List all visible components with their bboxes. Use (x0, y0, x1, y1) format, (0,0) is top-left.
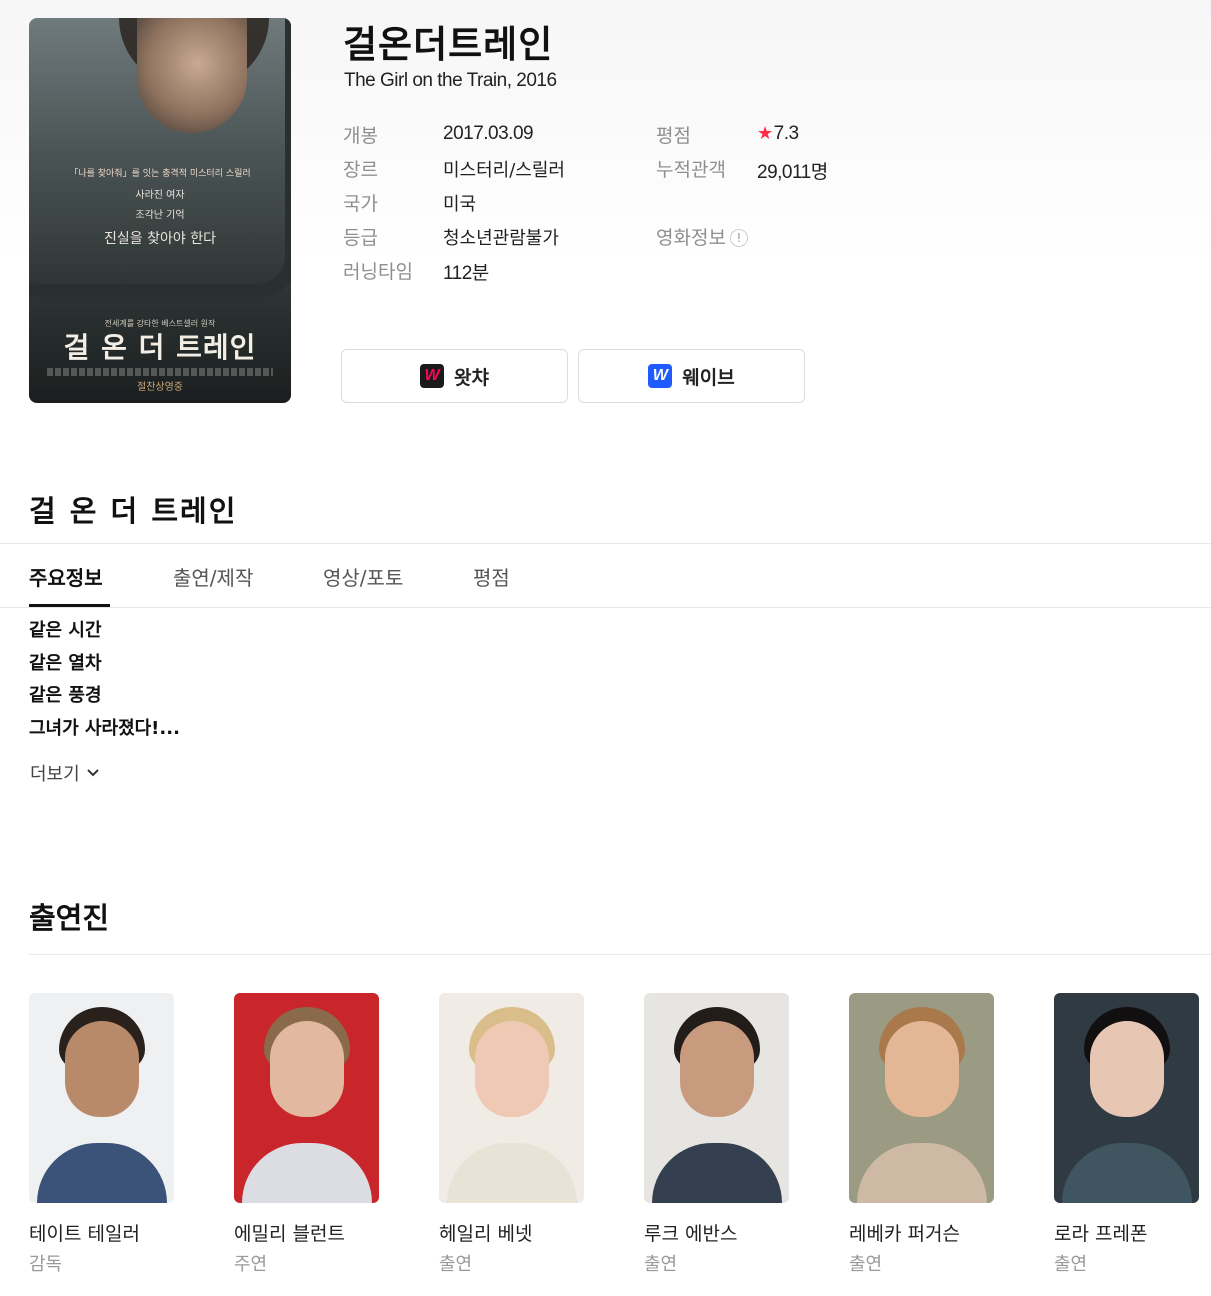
more-label: 더보기 (30, 764, 80, 785)
poster-bottom-text: 절찬상영중 (137, 382, 183, 393)
cast-photo (644, 993, 789, 1203)
cast-photo-face (1090, 1021, 1164, 1117)
cast-section-title: 출연진 (29, 901, 110, 935)
score-label: 평점 (656, 125, 691, 147)
cast-card[interactable]: 레베카 퍼거슨 출연 (849, 993, 995, 1276)
audience-value: 29,011명 (757, 162, 828, 183)
cast-card[interactable]: 로라 프레폰 출연 (1054, 993, 1200, 1276)
wavve-label: 웨이브 (682, 366, 735, 389)
runtime-value: 112분 (443, 263, 489, 284)
cast-card[interactable]: 루크 에반스 출연 (644, 993, 790, 1276)
section-title: 걸 온 더 트레인 (29, 494, 238, 528)
cast-photo-face (65, 1021, 139, 1117)
score-value-wrap: ★7.3 (757, 123, 799, 145)
cast-photo-face (475, 1021, 549, 1117)
cast-photo (234, 993, 379, 1203)
cast-photo (439, 993, 584, 1203)
age-rating-label: 등급 (343, 227, 378, 249)
watcha-button[interactable]: W 왓챠 (341, 349, 568, 403)
movie-info-link[interactable]: 영화정보! (656, 223, 748, 250)
cast-photo-face (680, 1021, 754, 1117)
cast-role: 출연 (849, 1254, 883, 1275)
tab-video-photo[interactable]: 영상/포토 (323, 562, 403, 591)
cast-role: 출연 (1054, 1254, 1088, 1275)
poster-tagline: 「나를 찾아줘」를 잇는 충격적 미스터리 스릴러 (69, 169, 251, 179)
cast-card[interactable]: 헤일리 베넷 출연 (439, 993, 585, 1276)
wavve-logo-icon: W (648, 364, 673, 388)
star-icon: ★ (757, 123, 773, 143)
cast-role: 출연 (439, 1254, 473, 1275)
country-label: 국가 (343, 193, 378, 215)
cast-photo (1054, 993, 1199, 1203)
cast-photo-body (652, 1143, 782, 1203)
release-label: 개봉 (343, 125, 378, 147)
cast-name: 에밀리 블런트 (234, 1223, 345, 1245)
cast-photo-face (885, 1021, 959, 1117)
movie-subtitle: The Girl on the Train, 2016 (344, 70, 557, 91)
exclamation-icon[interactable]: ! (729, 229, 748, 247)
cast-role: 감독 (29, 1254, 63, 1275)
watcha-label: 왓챠 (454, 366, 489, 389)
movie-info-label: 영화정보 (656, 227, 726, 249)
genre-label: 장르 (343, 159, 378, 181)
age-rating-value: 청소년관람불가 (443, 228, 559, 249)
audience-label: 누적관객 (656, 159, 726, 181)
cast-photo-body (857, 1143, 987, 1203)
cast-role: 주연 (234, 1254, 268, 1275)
country-value: 미국 (443, 194, 477, 215)
poster-tagline: 조각난 기억 (135, 210, 185, 221)
cast-photo-body (1062, 1143, 1192, 1203)
release-value: 2017.03.09 (443, 123, 534, 144)
movie-poster[interactable]: 「나를 찾아줘」를 잇는 충격적 미스터리 스릴러 사라진 여자 조각난 기억 … (29, 18, 291, 403)
tab-rating[interactable]: 평점 (473, 562, 510, 591)
runtime-label: 러닝타임 (343, 261, 413, 283)
info-tabs: 주요정보 출연/제작 영상/포토 평점 (0, 544, 1211, 608)
genre-value: 미스터리/스릴러 (443, 160, 565, 181)
cast-photo (849, 993, 994, 1203)
score-value: 7.3 (773, 123, 799, 144)
watcha-logo-icon: W (420, 364, 445, 388)
synopsis-line: 같은 열차 (29, 653, 102, 674)
cast-name: 테이트 테일러 (29, 1223, 140, 1245)
cast-name: 루크 에반스 (644, 1223, 738, 1245)
cast-card[interactable]: 테이트 테일러 감독 (29, 993, 175, 1276)
cast-photo-body (447, 1143, 577, 1203)
cast-name: 레베카 퍼거슨 (849, 1223, 960, 1245)
poster-tagline: 사라진 여자 (135, 190, 185, 201)
cast-name: 로라 프레폰 (1054, 1223, 1148, 1245)
synopsis-line: 같은 풍경 (29, 685, 102, 706)
cast-photo-body (37, 1143, 167, 1203)
cast-photo-face (270, 1021, 344, 1117)
cast-card[interactable]: 에밀리 블런트 주연 (234, 993, 380, 1276)
synopsis-line: 같은 시간 (29, 620, 102, 641)
more-button[interactable]: 더보기 (30, 760, 100, 786)
divider (29, 954, 1211, 955)
poster-tagline: 진실을 찾아야 한다 (104, 231, 216, 247)
poster-face (137, 18, 247, 133)
cast-role: 출연 (644, 1254, 678, 1275)
synopsis-line: 그녀가 사라졌다!... (29, 718, 180, 739)
wavve-button[interactable]: W 웨이브 (578, 349, 805, 403)
chevron-down-icon (86, 769, 99, 777)
poster-title: 걸 온 더 트레인 (63, 331, 257, 364)
cast-photo (29, 993, 174, 1203)
movie-hero: 「나를 찾아줘」를 잇는 충격적 미스터리 스릴러 사라진 여자 조각난 기억 … (0, 0, 1211, 440)
cast-name: 헤일리 베넷 (439, 1223, 533, 1245)
tab-cast-crew[interactable]: 출연/제작 (173, 562, 253, 591)
poster-credits (47, 368, 273, 376)
divider (0, 607, 1211, 608)
cast-photo-body (242, 1143, 372, 1203)
tab-main-info[interactable]: 주요정보 (29, 562, 103, 591)
movie-title: 걸온더트레인 (343, 23, 554, 66)
